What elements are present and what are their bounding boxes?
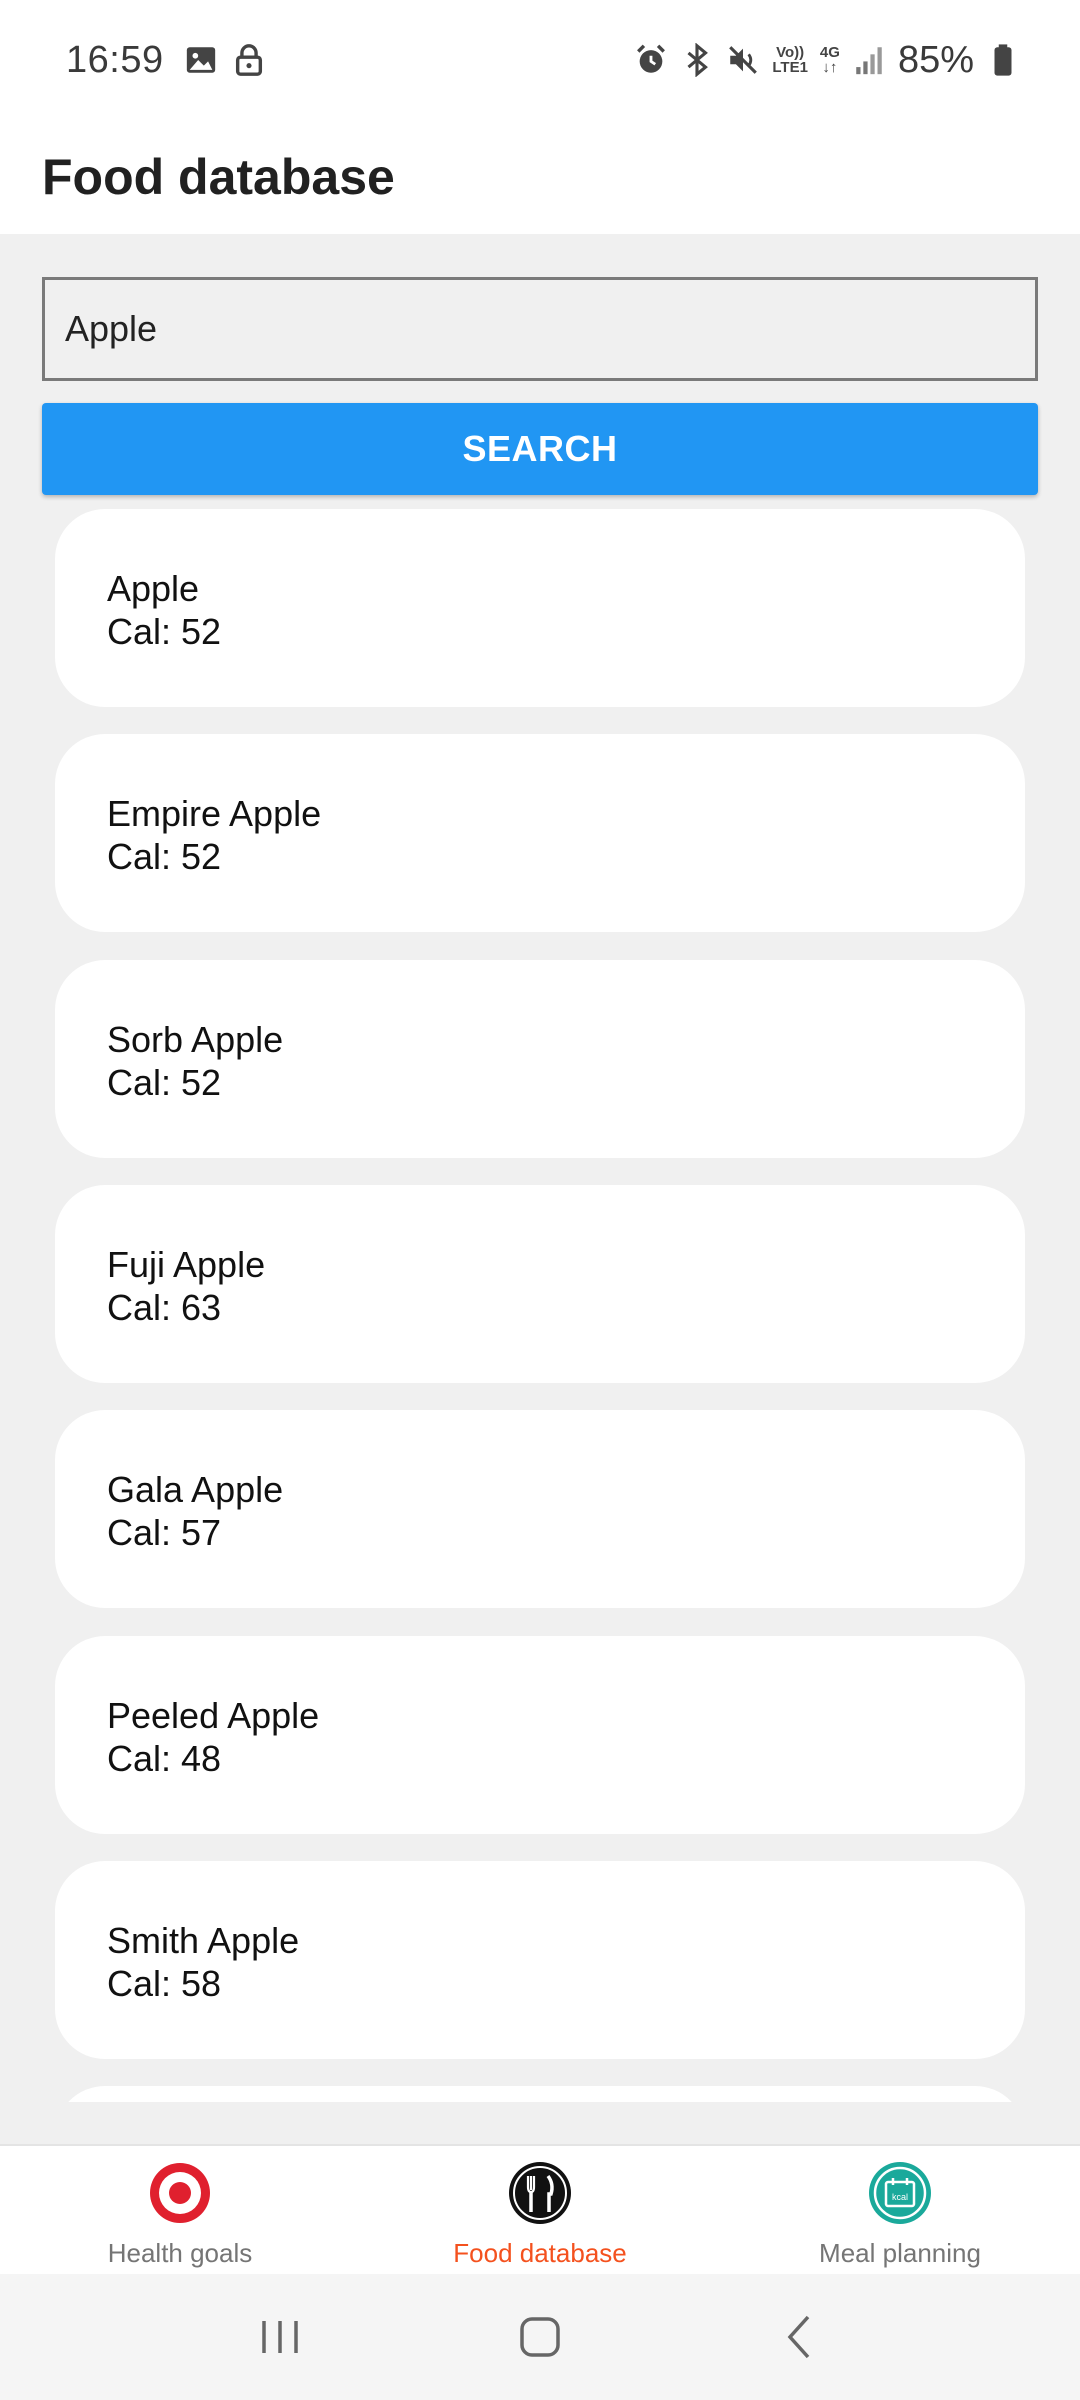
nav-item-health-goals[interactable]: Health goals: [0, 2146, 360, 2274]
nav-label: Health goals: [107, 2238, 253, 2268]
search-input[interactable]: [42, 277, 1038, 381]
list-item[interactable]: Apple Cal: 52: [55, 509, 1025, 707]
food-name: Peeled Apple: [107, 1695, 320, 1736]
bluetooth-icon: [680, 42, 714, 78]
nav-item-meal-planning[interactable]: kcal Meal planning: [720, 2146, 1080, 2274]
bottom-nav: Health goals Food database kcal Meal pla…: [0, 2144, 1080, 2274]
results-list[interactable]: Apple Cal: 52 Empire Apple Cal: 52 Sorb …: [0, 509, 1080, 2102]
data-arrows-icon: ↓↑: [822, 59, 838, 76]
target-icon: [147, 2160, 213, 2226]
food-name: Apple: [107, 568, 200, 609]
gallery-icon: [184, 43, 218, 77]
battery-percent: 85%: [897, 38, 974, 81]
volte-indicator: Vo)) LTE1: [772, 44, 808, 76]
food-calories: Cal: 57: [107, 1512, 222, 1553]
search-button[interactable]: SEARCH: [42, 403, 1038, 495]
signal-icon: [852, 43, 886, 77]
food-name: Gala Apple: [107, 1469, 284, 1510]
food-calories: Cal: 52: [107, 611, 222, 652]
status-time: 16:59: [66, 38, 164, 81]
list-item[interactable]: Smith Apple Cal: 58: [55, 1861, 1025, 2059]
data-indicator: 4G ↓↑: [819, 44, 840, 76]
list-item[interactable]: Peeled Apple Cal: 48: [55, 1636, 1025, 1834]
food-calories: Cal: 48: [107, 1738, 222, 1779]
list-item[interactable]: Gala Apple Cal: 57: [55, 1410, 1025, 1608]
back-icon[interactable]: [770, 2307, 830, 2367]
food-name: Sorb Apple: [107, 1019, 284, 1060]
nav-label: Meal planning: [819, 2238, 981, 2268]
food-name: Empire Apple: [107, 793, 322, 834]
mute-icon: [726, 43, 760, 77]
alarm-icon: [634, 43, 668, 77]
list-item[interactable]: [55, 2086, 1025, 2102]
fork-knife-icon: [507, 2160, 573, 2226]
kcal-calendar-icon: kcal: [867, 2160, 933, 2226]
lock-icon: [232, 43, 266, 77]
food-calories: Cal: 63: [107, 1287, 222, 1328]
food-name: Smith Apple: [107, 1920, 300, 1961]
food-name: Fuji Apple: [107, 1244, 266, 1285]
status-right-icons: Vo)) LTE1 4G ↓↑ 85%: [634, 39, 1020, 82]
system-nav-bar: [0, 2274, 1080, 2400]
list-item[interactable]: Empire Apple Cal: 52: [55, 734, 1025, 932]
status-bar: 16:59 Vo)) LTE1 4G ↓↑ 85%: [0, 0, 1080, 120]
nav-item-food-database[interactable]: Food database: [360, 2146, 720, 2274]
page-title: Food database: [42, 149, 395, 205]
nav-label: Food database: [453, 2238, 627, 2268]
app-bar: Food database: [0, 120, 1080, 234]
svg-text:kcal: kcal: [892, 2192, 908, 2202]
recent-apps-icon[interactable]: [250, 2307, 310, 2367]
food-calories: Cal: 52: [107, 1062, 222, 1103]
status-left-icons: [184, 43, 266, 77]
home-icon[interactable]: [510, 2307, 570, 2367]
food-calories: Cal: 58: [107, 1963, 222, 2004]
screen: 16:59 Vo)) LTE1 4G ↓↑ 85% Food database …: [0, 0, 1080, 2400]
battery-icon: [986, 43, 1020, 77]
food-calories: Cal: 52: [107, 836, 222, 877]
list-item[interactable]: Sorb Apple Cal: 52: [55, 960, 1025, 1158]
list-item[interactable]: Fuji Apple Cal: 63: [55, 1185, 1025, 1383]
